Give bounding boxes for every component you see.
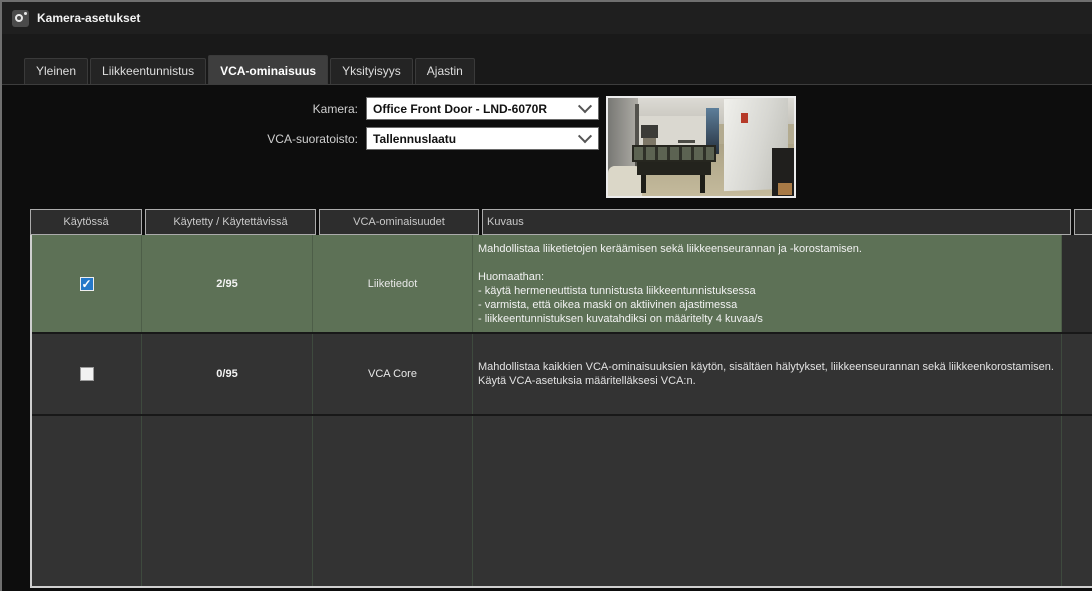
- vca-core-checkbox[interactable]: [80, 367, 94, 381]
- tab-liikkeentunnistus[interactable]: Liikkeentunnistus: [90, 58, 206, 84]
- camera-label: Kamera:: [2, 102, 358, 116]
- camera-select-value: Office Front Door - LND-6070R: [373, 102, 547, 116]
- camera-select[interactable]: Office Front Door - LND-6070R: [366, 97, 599, 120]
- vca-stream-select[interactable]: Tallennuslaatu: [366, 127, 599, 150]
- tab-strip: Yleinen Liikkeentunnistus VCA-ominaisuus…: [2, 34, 1092, 85]
- tab-yksityisyys[interactable]: Yksityisyys: [330, 58, 413, 84]
- tab-vca-ominaisuus[interactable]: VCA-ominaisuus: [208, 55, 328, 84]
- table-body: 2/95 Liiketiedot Mahdollistaa liiketieto…: [30, 235, 1092, 588]
- preview-foosball-table: [632, 145, 716, 195]
- usage-cell: 0/95: [142, 334, 313, 414]
- feature-cell: VCA Core: [313, 334, 473, 414]
- preview-foosball-leg: [641, 175, 646, 193]
- header-description: Kuvaus: [482, 209, 1071, 235]
- camera-nub-glyph: [24, 12, 27, 15]
- preview-red-sign: [741, 113, 748, 123]
- window-title: Kamera-asetukset: [37, 11, 140, 25]
- header-features: VCA-ominaisuudet: [319, 209, 479, 235]
- camera-preview-image: [606, 96, 796, 198]
- empty-cell: [473, 416, 1062, 586]
- camera-settings-window: Kamera-asetukset Yleinen Liikkeentunnist…: [0, 0, 1092, 591]
- spacer-cell: [1062, 334, 1092, 414]
- feature-name: Liiketiedot: [368, 278, 418, 290]
- vca-stream-label: VCA-suoratoisto:: [2, 132, 358, 146]
- table-row-vca-core[interactable]: 0/95 VCA Core Mahdollistaa kaikkien VCA-…: [32, 334, 1092, 416]
- preview-foosball-leg: [700, 175, 705, 193]
- table-row-liiketiedot[interactable]: 2/95 Liiketiedot Mahdollistaa liiketieto…: [32, 235, 1092, 334]
- feature-cell: Liiketiedot: [313, 235, 473, 332]
- spacer-cell: [1062, 235, 1092, 332]
- feature-name: VCA Core: [368, 368, 417, 380]
- enabled-cell: [32, 334, 142, 414]
- preview-foosball-body: [637, 162, 711, 175]
- tab-page-content: Kamera: Office Front Door - LND-6070R VC…: [2, 85, 1092, 591]
- description-cell: Mahdollistaa kaikkien VCA-ominaisuuksien…: [473, 334, 1062, 414]
- header-usage: Käytetty / Käytettävissä: [145, 209, 316, 235]
- table-header-row: Käytössä Käytetty / Käytettävissä VCA-om…: [30, 209, 1092, 235]
- chevron-down-icon: [578, 129, 592, 143]
- empty-cell: [313, 416, 473, 586]
- usage-cell: 2/95: [142, 235, 313, 332]
- empty-cell: [142, 416, 313, 586]
- tab-ajastin[interactable]: Ajastin: [415, 58, 475, 84]
- usage-value: 0/95: [216, 368, 237, 380]
- preview-foosball-top: [632, 145, 716, 162]
- description-cell: Mahdollistaa liiketietojen keräämisen se…: [473, 235, 1062, 332]
- title-bar: Kamera-asetukset: [2, 2, 1092, 34]
- empty-cell: [32, 416, 142, 586]
- vca-features-table: Käytössä Käytetty / Käytettävissä VCA-om…: [30, 209, 1092, 588]
- feature-description: Mahdollistaa liiketietojen keräämisen se…: [478, 242, 862, 326]
- table-empty-row: [32, 416, 1092, 586]
- preview-printer: [641, 125, 658, 138]
- camera-settings-icon: [12, 10, 29, 27]
- enabled-cell: [32, 235, 142, 332]
- preview-small-table: [678, 140, 695, 143]
- feature-description: Mahdollistaa kaikkien VCA-ominaisuuksien…: [478, 360, 1056, 388]
- vca-stream-select-value: Tallennuslaatu: [373, 132, 456, 146]
- usage-value: 2/95: [216, 278, 237, 290]
- liiketiedot-checkbox[interactable]: [80, 277, 94, 291]
- header-enabled: Käytössä: [30, 209, 142, 235]
- tab-yleinen[interactable]: Yleinen: [24, 58, 88, 84]
- camera-lens-glyph: [15, 14, 23, 22]
- empty-cell: [1062, 416, 1092, 586]
- chevron-down-icon: [578, 99, 592, 113]
- header-spacer: [1074, 209, 1092, 235]
- tabs-container: Yleinen Liikkeentunnistus VCA-ominaisuus…: [24, 55, 475, 84]
- preview-box: [778, 183, 792, 195]
